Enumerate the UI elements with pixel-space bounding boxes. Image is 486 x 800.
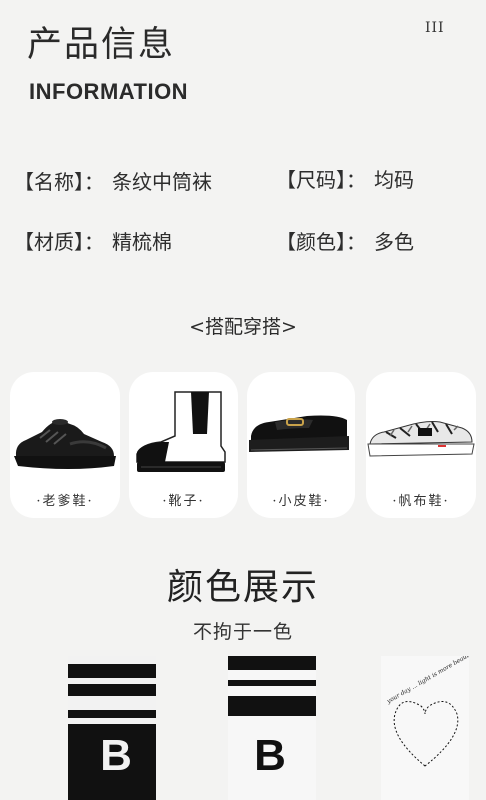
chelsea-boot-icon [136, 391, 226, 472]
color-section-title: 颜色展示 [166, 567, 319, 608]
match-card-loafer[interactable]: ·小皮鞋· [247, 372, 355, 518]
sock-heart[interactable]: your day ... light is more beautiful tha… [381, 656, 469, 800]
color-section-subtitle: 不拘于一色 [192, 621, 293, 643]
info-size: 【尺码】： 均码 [276, 164, 414, 193]
match-card-canvas[interactable]: ·帆布鞋· [366, 372, 476, 518]
page-title: 产品信息 [27, 25, 176, 65]
match-label: ·老爹鞋· [36, 494, 94, 509]
info-color-label: 【颜色】： [276, 230, 366, 254]
sock-black[interactable]: B [68, 656, 156, 800]
match-label: ·帆布鞋· [392, 494, 450, 509]
info-material: 【材质】： 精梳棉 [14, 226, 172, 255]
sneaker-black-icon [14, 419, 116, 469]
match-card-boot[interactable]: ·靴子· [129, 372, 238, 518]
matching-title: <搭配穿搭> [189, 316, 297, 338]
sock-letter: B [254, 731, 286, 780]
info-color-value: 多色 [374, 230, 414, 254]
info-name-label: 【名称】： [14, 170, 104, 194]
match-label: ·靴子· [162, 494, 205, 509]
info-color: 【颜色】： 多色 [276, 226, 414, 255]
sock-white[interactable]: B [228, 656, 316, 800]
info-material-label: 【材质】： [14, 230, 104, 254]
canvas-shoe-icon [367, 421, 475, 457]
sock-letter: B [100, 731, 132, 780]
match-card-sneaker[interactable]: ·老爹鞋· [10, 372, 120, 518]
info-size-label: 【尺码】： [276, 168, 366, 192]
match-label: ·小皮鞋· [272, 494, 330, 509]
info-material-value: 精梳棉 [112, 230, 172, 254]
info-size-value: 均码 [374, 168, 414, 192]
info-name: 【名称】： 条纹中筒袜 [14, 166, 212, 195]
page-subtitle: INFORMATION [29, 79, 189, 104]
loafer-icon [249, 415, 349, 452]
menu-icon[interactable]: III [425, 20, 445, 36]
info-name-value: 条纹中筒袜 [112, 170, 212, 194]
